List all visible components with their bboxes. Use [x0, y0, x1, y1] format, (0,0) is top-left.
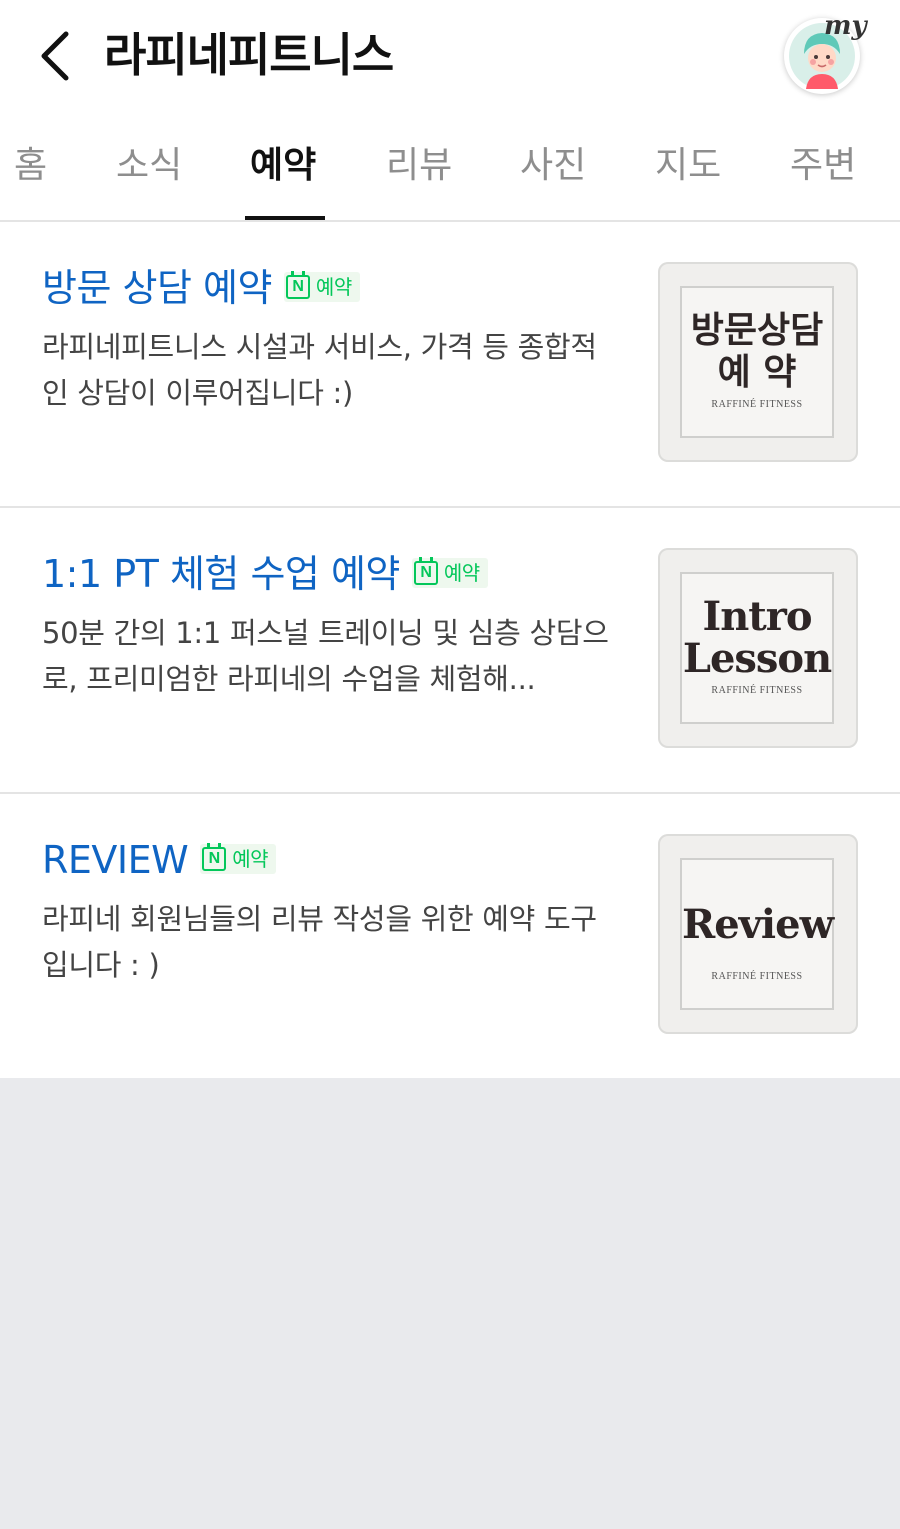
- page-title: 라피네피트니스: [104, 28, 394, 82]
- naver-reservation-badge: N 예약: [200, 842, 277, 874]
- thumbnail-card: 방문상담 예 약 RAFFINÉ FITNESS: [680, 286, 834, 438]
- tab-reservation[interactable]: 예약: [250, 144, 316, 188]
- tab-map[interactable]: 지도: [655, 144, 721, 188]
- item-description: 50분 간의 1:1 퍼스널 트레이닝 및 심층 상담으로, 프리미엄한 라피네…: [42, 616, 609, 696]
- tab-news[interactable]: 소식: [116, 144, 182, 188]
- item-description: 라피네 회원님들의 리뷰 작성을 위한 예약 도구입니다 : ): [42, 902, 597, 982]
- list-item[interactable]: 1:1 PT 체험 수업 예약 N 예약 50분 간의 1:1 퍼스널 트레이닝 및…: [0, 508, 900, 794]
- thumbnail-text: Intro Lesson: [682, 596, 832, 680]
- item-title[interactable]: REVIEW N 예약: [42, 836, 277, 884]
- thumbnail-line1: 방문상담: [690, 310, 824, 351]
- avatar-label: my: [824, 11, 867, 41]
- naver-calendar-icon: N: [413, 556, 438, 585]
- tab-nearby[interactable]: 주변: [790, 144, 856, 188]
- thumbnail-line2: 예 약: [717, 352, 797, 393]
- item-description: 라피네피트니스 시설과 서비스, 가격 등 종합적인 상담이 이루어집니다 :): [42, 330, 597, 410]
- thumbnail-line1: Review: [682, 901, 834, 948]
- tab-photos[interactable]: 사진: [520, 144, 586, 188]
- active-tab-indicator: [245, 216, 325, 220]
- thumbnail-text: Review: [682, 901, 834, 948]
- chevron-left-icon: [41, 31, 69, 81]
- item-thumbnail[interactable]: Review RAFFINÉ FITNESS: [658, 834, 858, 1034]
- thumbnail-card: Review RAFFINÉ FITNESS: [680, 858, 834, 1010]
- item-title[interactable]: 1:1 PT 체험 수업 예약 N 예약: [42, 550, 488, 598]
- reservation-list: 방문 상담 예약 N 예약 라피네피트니스 시설과 서비스, 가격 등 종합적인 상…: [0, 222, 900, 1078]
- thumbnail-card: Intro Lesson RAFFINÉ FITNESS: [680, 572, 834, 724]
- tab-bar: 홈 소식 예약 리뷰 사진 지도 주변: [0, 110, 900, 222]
- list-item[interactable]: 방문 상담 예약 N 예약 라피네피트니스 시설과 서비스, 가격 등 종합적인 상…: [0, 222, 900, 508]
- thumbnail-line1: Intro: [702, 593, 812, 640]
- item-title-text: REVIEW: [42, 838, 189, 882]
- badge-label: 예약: [315, 274, 352, 299]
- item-thumbnail[interactable]: Intro Lesson RAFFINÉ FITNESS: [658, 548, 858, 748]
- thumbnail-line2: Lesson: [682, 635, 832, 682]
- naver-reservation-badge: N 예약: [283, 270, 360, 302]
- item-title-text: 1:1 PT 체험 수업 예약: [42, 552, 400, 596]
- thumbnail-brand: RAFFINÉ FITNESS: [711, 685, 803, 696]
- app-header: 라피네피트니스 my: [0, 0, 900, 110]
- naver-reservation-badge: N 예약: [411, 556, 488, 588]
- naver-calendar-icon: N: [202, 842, 227, 871]
- tab-home[interactable]: 홈: [14, 144, 47, 188]
- badge-label: 예약: [443, 560, 480, 585]
- list-item[interactable]: REVIEW N 예약 라피네 회원님들의 리뷰 작성을 위한 예약 도구입니다 :…: [0, 794, 900, 1078]
- item-title-text: 방문 상담 예약: [42, 266, 272, 310]
- item-title[interactable]: 방문 상담 예약 N 예약: [42, 264, 360, 312]
- thumbnail-text: 방문상담 예 약: [682, 310, 832, 394]
- naver-calendar-icon: N: [285, 270, 310, 299]
- item-thumbnail[interactable]: 방문상담 예 약 RAFFINÉ FITNESS: [658, 262, 858, 462]
- back-button[interactable]: [36, 30, 80, 82]
- thumbnail-brand: RAFFINÉ FITNESS: [711, 971, 803, 982]
- tab-review[interactable]: 리뷰: [386, 144, 452, 188]
- badge-label: 예약: [232, 846, 269, 871]
- thumbnail-brand: RAFFINÉ FITNESS: [711, 399, 803, 410]
